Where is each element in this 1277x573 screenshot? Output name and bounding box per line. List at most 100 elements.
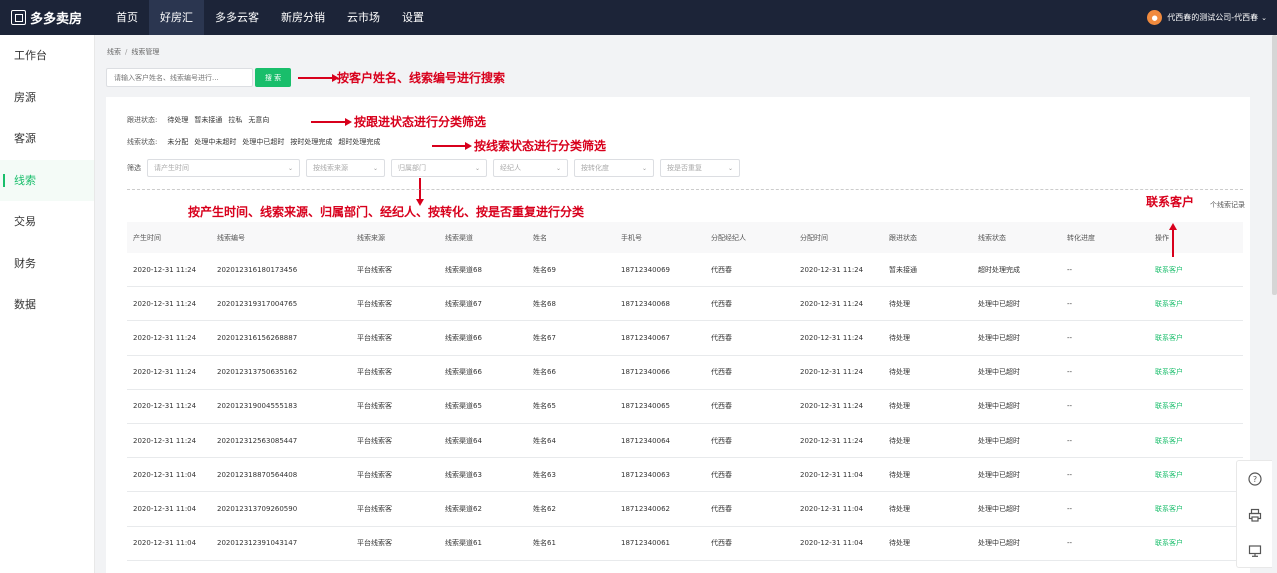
- dropdown-placeholder: 经纪人: [500, 164, 521, 172]
- table-cell: 姓名67: [533, 333, 556, 342]
- table-cell: 线索渠道64: [445, 436, 482, 445]
- monitor-icon: [1248, 545, 1261, 557]
- contact-client-link[interactable]: 联系客户: [1149, 504, 1243, 514]
- filter-option[interactable]: 按时处理完成: [290, 137, 332, 147]
- filter-dropdowns: 筛选 请产生时间 ⌄ 按线索来源 ⌄ 归属部门 ⌄ 经纪人 ⌄ 按转化度 ⌄ 按是否重复 ⌄: [127, 159, 746, 177]
- contact-client-link[interactable]: 联系客户: [1149, 299, 1243, 309]
- table-header: 产生时间 线索编号 线索来源 线索渠道 姓名 手机号 分配经纪人 分配时间 跟进…: [127, 222, 1243, 253]
- house-logo-icon: [11, 10, 26, 25]
- table-cell: 2020-12-31 11:04: [133, 504, 197, 513]
- agent-dropdown[interactable]: 经纪人 ⌄: [493, 159, 568, 177]
- table-cell: 处理中已超时: [978, 402, 1020, 411]
- filter-option[interactable]: 暂未接通: [194, 115, 222, 125]
- sidebar-item-deals[interactable]: 交易: [0, 201, 94, 243]
- filter-option[interactable]: 无意向: [248, 115, 269, 125]
- table-row: 2020-12-31 11:04 202012313709260590 平台线索客 线…: [127, 492, 1243, 527]
- filter-option[interactable]: 超时处理完成: [338, 137, 380, 147]
- table-cell: --: [1067, 470, 1073, 479]
- dropdown-placeholder: 按是否重复: [667, 164, 702, 172]
- chevron-down-icon: ⌄: [555, 164, 561, 172]
- table-cell: 代西春: [711, 299, 732, 308]
- table-cell: 代西春: [711, 265, 732, 274]
- filter-option[interactable]: 待处理: [167, 115, 188, 125]
- nav-settings[interactable]: 设置: [391, 0, 435, 35]
- sidebar-item-workbench[interactable]: 工作台: [0, 35, 94, 77]
- filter-option[interactable]: 处理中已超时: [242, 137, 284, 147]
- nav-home[interactable]: 首页: [105, 0, 149, 35]
- search-input[interactable]: [106, 68, 253, 87]
- table-row: 2020-12-31 11:04 202012318870564408 平台线索客 线…: [127, 458, 1243, 493]
- table-cell: 待处理: [889, 299, 910, 308]
- table-row: 2020-12-31 11:24 202012313750635162 平台线索客 线…: [127, 356, 1243, 390]
- table-cell: --: [1067, 402, 1073, 411]
- brand-logo[interactable]: 多多卖房: [0, 8, 105, 27]
- screen-label: 筛选: [127, 164, 141, 172]
- table-cell: 待处理: [889, 539, 910, 548]
- table-cell: 姓名69: [533, 265, 556, 274]
- clue-status-filter: 线索状态: 未分配 处理中未超时 处理中已超时 按时处理完成 超时处理完成: [127, 137, 386, 147]
- search-button[interactable]: 搜 索: [255, 68, 291, 87]
- duplicate-dropdown[interactable]: 按是否重复 ⌄: [660, 159, 740, 177]
- contact-client-link[interactable]: 联系客户: [1149, 470, 1243, 480]
- table-cell: 平台线索客: [357, 299, 392, 308]
- page-scrollbar[interactable]: [1272, 35, 1277, 295]
- table-cell: 2020-12-31 11:04: [800, 470, 864, 479]
- breadcrumb-parent[interactable]: 线索: [107, 48, 121, 56]
- nav-new-house[interactable]: 新房分销: [270, 0, 336, 35]
- source-dropdown[interactable]: 按线索来源 ⌄: [306, 159, 385, 177]
- department-dropdown[interactable]: 归属部门 ⌄: [391, 159, 487, 177]
- table-cell: 姓名63: [533, 470, 556, 479]
- contact-client-link[interactable]: 联系客户: [1149, 436, 1243, 446]
- contact-client-link[interactable]: 联系客户: [1149, 367, 1243, 377]
- table-cell: 2020-12-31 11:24: [133, 402, 197, 411]
- table-cell: 待处理: [889, 504, 910, 513]
- table-cell: --: [1067, 504, 1073, 513]
- contact-client-link[interactable]: 联系客户: [1149, 265, 1243, 275]
- table-cell: 平台线索客: [357, 504, 392, 513]
- table-cell: 线索渠道67: [445, 299, 482, 308]
- user-menu[interactable]: ● 代西春的测试公司-代西春 ⌄: [1147, 0, 1267, 35]
- table-cell: 代西春: [711, 333, 732, 342]
- contact-client-link[interactable]: 联系客户: [1149, 333, 1243, 343]
- filter-option[interactable]: 未分配: [167, 137, 188, 147]
- annotation-dropdowns: 按产生时间、线索来源、归属部门、经纪人、按转化、按是否重复进行分类: [188, 205, 585, 219]
- table-cell: --: [1067, 436, 1073, 445]
- table-cell: 线索渠道68: [445, 265, 482, 274]
- filter-option[interactable]: 拉私: [228, 115, 242, 125]
- contact-client-link[interactable]: 联系客户: [1149, 538, 1243, 548]
- conversion-dropdown[interactable]: 按转化度 ⌄: [574, 159, 654, 177]
- table-row: 2020-12-31 11:24 202012316156268887 平台线索客 线…: [127, 321, 1243, 356]
- table-cell: 2020-12-31 11:24: [800, 333, 864, 342]
- help-button[interactable]: ?: [1237, 461, 1272, 497]
- annotation-follow: 按跟进状态进行分类筛选: [354, 115, 487, 129]
- table-row: 2020-12-31 11:24 2020123161801734​56 平台线索客…: [127, 253, 1243, 288]
- table-cell: 18712340066: [621, 368, 670, 377]
- annotation-contact: 联系客户: [1146, 195, 1195, 209]
- sidebar-item-data[interactable]: 数据: [0, 284, 94, 326]
- breadcrumb: 线索 / 线索管理: [107, 48, 160, 56]
- sidebar-item-clues[interactable]: 线索: [0, 159, 94, 201]
- record-count: 个线索记录: [1210, 201, 1245, 209]
- annotation-clue: 按线索状态进行分类筛选: [474, 139, 607, 153]
- table-cell: 2020-12-31 11:24: [800, 436, 864, 445]
- nav-haofanghui[interactable]: 好房汇: [149, 0, 204, 35]
- table-cell: 线索渠道61: [445, 539, 482, 548]
- nav-cloud-client[interactable]: 多多云客: [204, 0, 270, 35]
- sidebar-item-listings[interactable]: 房源: [0, 77, 94, 119]
- time-dropdown[interactable]: 请产生时间 ⌄: [147, 159, 300, 177]
- table-cell: 姓名62: [533, 504, 556, 513]
- screen-button[interactable]: [1237, 533, 1272, 569]
- column-header: 手机号: [621, 233, 642, 242]
- print-button[interactable]: [1237, 497, 1272, 533]
- table-cell: 2020-12-31 11:24: [133, 265, 197, 274]
- sidebar-item-clients[interactable]: 客源: [0, 118, 94, 160]
- nav-cloud-market[interactable]: 云市场: [336, 0, 391, 35]
- contact-client-link[interactable]: 联系客户: [1149, 401, 1243, 411]
- table-cell: 处理中已超时: [978, 504, 1020, 513]
- sidebar-item-finance[interactable]: 财务: [0, 243, 94, 285]
- table-cell: 2020-12-31 11:24: [800, 402, 864, 411]
- table-cell: 代西春: [711, 402, 732, 411]
- table-cell: 线索渠道66: [445, 333, 482, 342]
- filter-option[interactable]: 处理中未超时: [194, 137, 236, 147]
- table-cell: 姓名66: [533, 368, 556, 377]
